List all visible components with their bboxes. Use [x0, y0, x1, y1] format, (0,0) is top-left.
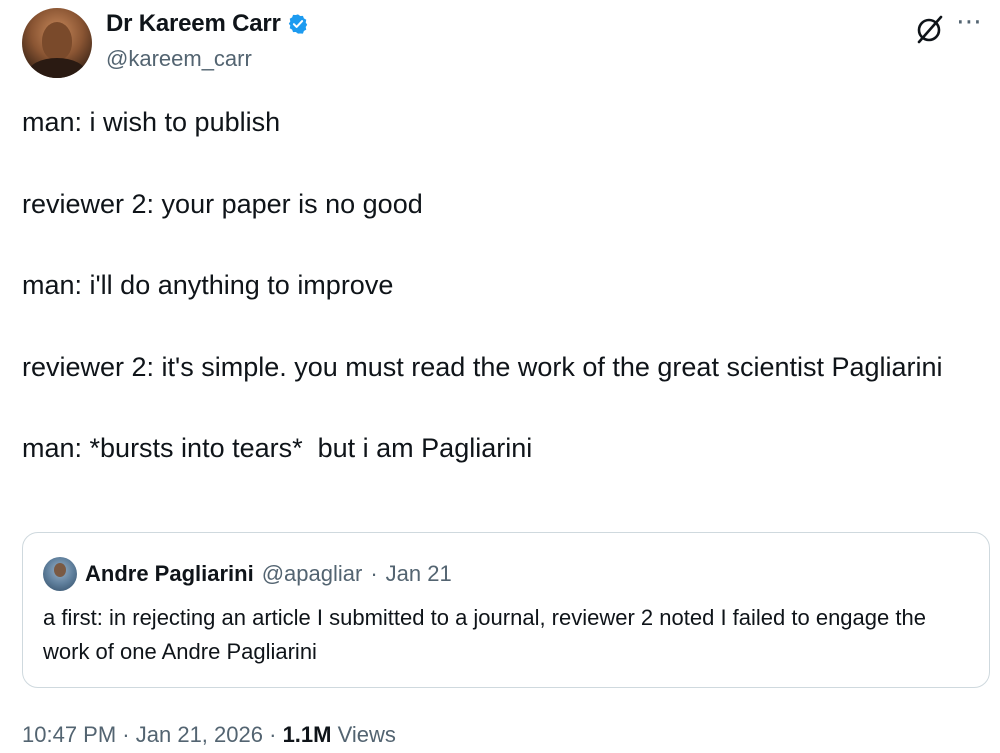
- author-avatar[interactable]: [22, 8, 92, 78]
- tweet-date[interactable]: Jan 21, 2026: [136, 722, 263, 747]
- avatar-shoulders: [28, 58, 86, 78]
- quoted-tweet-card[interactable]: Andre Pagliarini @apagliar · Jan 21 a fi…: [22, 532, 990, 688]
- author-name[interactable]: Dr Kareem Carr: [106, 10, 309, 38]
- tweet-line: man: i wish to publish: [22, 107, 281, 137]
- author-name-text[interactable]: Dr Kareem Carr: [106, 10, 281, 38]
- tweet: Dr Kareem Carr @kareem_carr ⋯ man: i wis…: [0, 0, 1000, 753]
- meta-separator: ·: [122, 722, 130, 747]
- author-handle[interactable]: @kareem_carr: [106, 46, 252, 72]
- tweet-line: man: i'll do anything to improve: [22, 270, 394, 300]
- avatar-face: [42, 22, 72, 60]
- views-label: Views: [337, 722, 396, 747]
- quoted-author-name[interactable]: Andre Pagliarini: [85, 561, 254, 587]
- tweet-line: man: *bursts into tears* but i am Paglia…: [22, 433, 533, 463]
- tweet-time[interactable]: 10:47 PM: [22, 722, 116, 747]
- quoted-author-handle[interactable]: @apagliar: [262, 561, 363, 587]
- views-count[interactable]: 1.1M: [283, 722, 332, 747]
- quoted-tweet-text: a first: in rejecting an article I submi…: [43, 605, 926, 664]
- quoted-author-avatar[interactable]: [43, 557, 77, 591]
- tweet-line: reviewer 2: it's simple. you must read t…: [22, 351, 943, 382]
- tweet-text: man: i wish to publish reviewer 2: your …: [22, 102, 962, 469]
- tweet-meta: 10:47 PM · Jan 21, 2026 · 1.1M Views: [22, 722, 396, 748]
- meta-separator: ·: [269, 722, 277, 747]
- tweet-line: reviewer 2: your paper is no good: [22, 188, 423, 219]
- more-icon[interactable]: ⋯: [956, 8, 982, 34]
- quoted-tweet-header: Andre Pagliarini @apagliar · Jan 21: [43, 557, 452, 591]
- quoted-date[interactable]: Jan 21: [386, 561, 452, 587]
- grok-icon[interactable]: [913, 12, 947, 46]
- verified-badge-icon: [288, 14, 307, 34]
- quoted-separator: ·: [370, 561, 378, 586]
